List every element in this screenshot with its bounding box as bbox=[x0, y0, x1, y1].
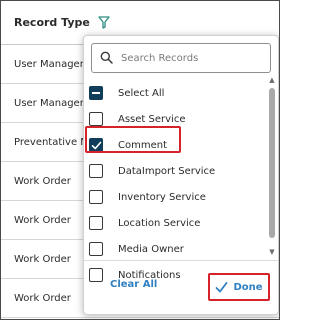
table-cell: Work Order bbox=[14, 214, 71, 226]
scroll-up-arrow-icon[interactable]: ▲ bbox=[268, 76, 276, 84]
option-inventory-service[interactable]: Inventory Service bbox=[84, 184, 268, 210]
record-type-filter-popup: Select All Asset Service Comment DataImp… bbox=[83, 35, 279, 315]
option-label: Asset Service bbox=[118, 113, 186, 125]
option-comment[interactable]: Comment bbox=[84, 132, 268, 158]
record-type-header-label: Record Type bbox=[14, 16, 90, 29]
search-input[interactable] bbox=[121, 52, 261, 64]
scroll-thumb[interactable] bbox=[269, 88, 275, 238]
clear-all-button[interactable]: Clear All bbox=[110, 279, 157, 290]
search-box[interactable] bbox=[91, 43, 271, 73]
option-label: Location Service bbox=[118, 217, 201, 229]
table-cell: User Manager bbox=[14, 97, 84, 109]
asset-service-checkbox[interactable] bbox=[89, 112, 103, 126]
select-all-checkbox[interactable] bbox=[89, 86, 103, 100]
option-label: Select All bbox=[118, 87, 165, 99]
check-icon bbox=[216, 281, 228, 292]
popup-footer: Clear All Done bbox=[84, 260, 278, 314]
option-label: Comment bbox=[118, 139, 167, 151]
check-icon bbox=[91, 141, 101, 149]
filter-icon[interactable] bbox=[98, 16, 110, 29]
option-select-all[interactable]: Select All bbox=[84, 80, 268, 106]
option-asset-service[interactable]: Asset Service bbox=[84, 106, 268, 132]
media-owner-checkbox[interactable] bbox=[89, 242, 103, 256]
option-label: Media Owner bbox=[118, 243, 184, 255]
dataimport-service-checkbox[interactable] bbox=[89, 164, 103, 178]
option-location-service[interactable]: Location Service bbox=[84, 210, 268, 236]
inventory-service-checkbox[interactable] bbox=[89, 190, 103, 204]
location-service-checkbox[interactable] bbox=[89, 216, 103, 230]
option-label: DataImport Service bbox=[118, 165, 216, 177]
done-button[interactable]: Done bbox=[208, 273, 270, 301]
options-scrollbar[interactable]: ▲ ▼ bbox=[268, 76, 276, 256]
record-type-options: Select All Asset Service Comment DataImp… bbox=[84, 80, 268, 288]
table-cell: Work Order bbox=[14, 175, 71, 187]
search-icon bbox=[100, 49, 113, 68]
scroll-down-arrow-icon[interactable]: ▼ bbox=[268, 248, 276, 256]
comment-checkbox[interactable] bbox=[89, 138, 103, 152]
option-dataimport-service[interactable]: DataImport Service bbox=[84, 158, 268, 184]
table-cell: User Manager bbox=[14, 58, 84, 70]
app-frame: Record Type User Manager User Manager Pr… bbox=[0, 0, 280, 320]
table-cell: Work Order bbox=[14, 253, 71, 265]
option-media-owner[interactable]: Media Owner bbox=[84, 236, 268, 262]
option-label: Inventory Service bbox=[118, 191, 206, 203]
done-button-label: Done bbox=[233, 281, 263, 293]
table-cell: Work Order bbox=[14, 292, 71, 304]
